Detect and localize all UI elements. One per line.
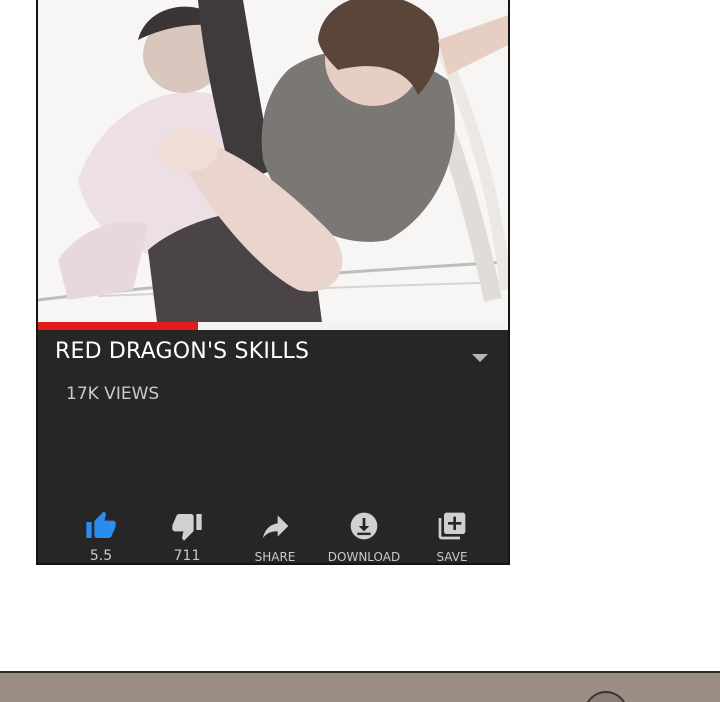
like-count: 5.5 — [89, 548, 113, 564]
thumb-up-icon — [86, 511, 116, 538]
playlist-add-icon — [438, 512, 466, 540]
download-button[interactable]: DOWNLOAD — [319, 510, 409, 564]
expand-description-icon[interactable] — [472, 354, 488, 362]
thumb-down-icon — [172, 514, 202, 541]
dislike-button[interactable]: 711 — [142, 510, 232, 564]
save-button[interactable]: SAVE — [407, 510, 497, 564]
share-icon — [263, 515, 289, 538]
save-label: SAVE — [436, 550, 468, 564]
playback-progress-fill — [38, 322, 198, 330]
video-thumbnail[interactable] — [38, 0, 508, 330]
video-card: RED DRAGON'S SKILLS 17K VIEWS 5.5 711 SH… — [36, 0, 510, 565]
download-icon — [350, 512, 378, 540]
video-title: RED DRAGON'S SKILLS — [55, 339, 310, 364]
playback-progress-bar[interactable] — [38, 322, 508, 330]
next-panel-preview — [0, 671, 720, 702]
thumbnail-illustration — [38, 0, 508, 330]
character-head-illustration — [584, 691, 628, 702]
view-count: 17K VIEWS — [66, 384, 160, 404]
download-label: DOWNLOAD — [327, 550, 401, 564]
dislike-count: 711 — [173, 548, 201, 564]
like-button[interactable]: 5.5 — [56, 510, 146, 564]
share-button[interactable]: SHARE — [230, 510, 320, 564]
share-label: SHARE — [254, 550, 296, 564]
